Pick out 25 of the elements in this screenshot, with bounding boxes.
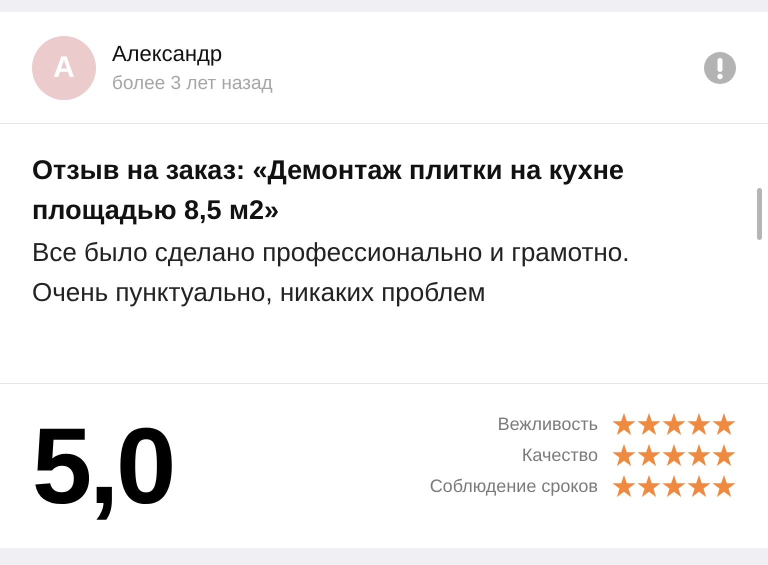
review-title: Отзыв на заказ: «Демонтаж плитки на кухне площадью 8,5 м2» — [32, 154, 625, 227]
star-icon — [637, 413, 661, 436]
star-icon — [662, 475, 686, 498]
review-text: Все было сделано профессионально и грамотно. Очень пунктуально, никаких проблем — [32, 236, 630, 309]
star-icon — [712, 475, 736, 498]
star-icon — [612, 475, 636, 498]
star-icon — [637, 444, 661, 467]
star-icon — [637, 475, 661, 498]
star-icon — [712, 413, 736, 436]
scrollbar[interactable] — [757, 188, 762, 240]
star-icon — [687, 413, 711, 436]
star-icon — [712, 444, 736, 467]
criterion-label: Вежливость — [498, 414, 598, 435]
star-icon — [687, 475, 711, 498]
star-icon — [662, 413, 686, 436]
report-icon[interactable] — [704, 52, 736, 84]
star-icon — [662, 444, 686, 467]
author-name: Александр — [112, 40, 224, 66]
star-icon — [612, 444, 636, 467]
overall-score: 5,0 — [32, 404, 174, 528]
criterion-label: Соблюдение сроков — [430, 476, 598, 497]
star-icon — [687, 444, 711, 467]
criterion-label: Качество — [522, 445, 598, 466]
review-time: более 3 лет назад — [112, 72, 274, 94]
star-icon — [612, 413, 636, 436]
